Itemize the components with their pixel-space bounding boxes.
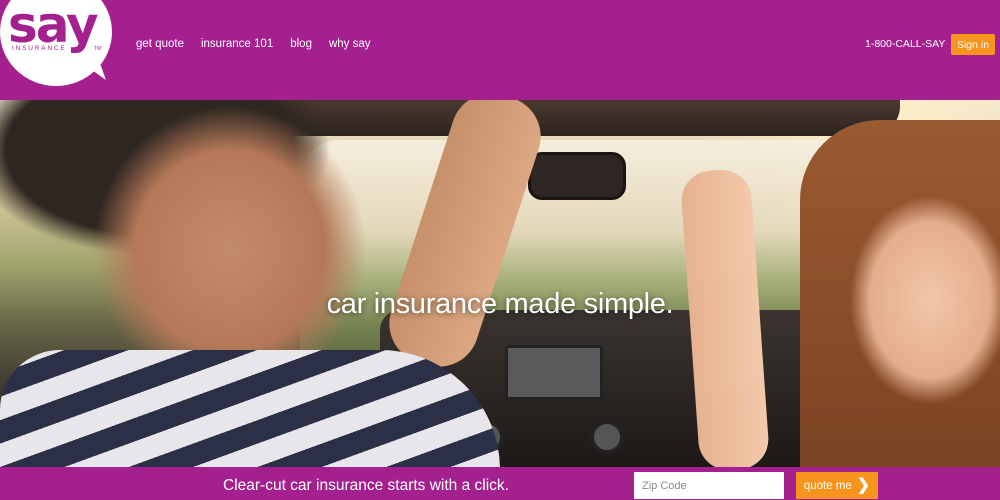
- nav-item-why-say[interactable]: why say: [329, 38, 371, 50]
- nav-item-get-quote[interactable]: get quote: [136, 38, 184, 50]
- nav-item-insurance-101[interactable]: insurance 101: [201, 38, 273, 50]
- zip-code-input[interactable]: [634, 472, 784, 499]
- chevron-right-icon: ❯: [856, 476, 871, 494]
- quote-me-label: quote me: [803, 479, 852, 492]
- nav-item-blog[interactable]: blog: [290, 38, 312, 50]
- quote-bar-text: Clear-cut car insurance starts with a cl…: [223, 477, 509, 494]
- phone-number[interactable]: 1-800-CALL-SAY: [865, 38, 945, 50]
- logo-trademark: TM: [94, 46, 102, 52]
- hero-tagline: car insurance made simple.: [326, 288, 674, 320]
- sign-in-button[interactable]: Sign in: [951, 34, 995, 55]
- main-nav: get quote insurance 101 blog why say: [136, 38, 371, 50]
- hero-rearview-mirror: [528, 152, 626, 200]
- site-header: say INSURANCE TM get quote insurance 101…: [0, 0, 1000, 100]
- logo[interactable]: say INSURANCE TM: [0, 0, 120, 90]
- hero-dash-knob: [590, 420, 624, 454]
- logo-subtitle: INSURANCE: [12, 45, 67, 52]
- quote-me-button[interactable]: quote me ❯: [796, 472, 878, 499]
- hero-image: car insurance made simple.: [0, 100, 1000, 467]
- quote-bar: Clear-cut car insurance starts with a cl…: [0, 467, 1000, 500]
- hero-striped-shirt: [0, 350, 500, 467]
- logo-speech-tail: [80, 53, 110, 87]
